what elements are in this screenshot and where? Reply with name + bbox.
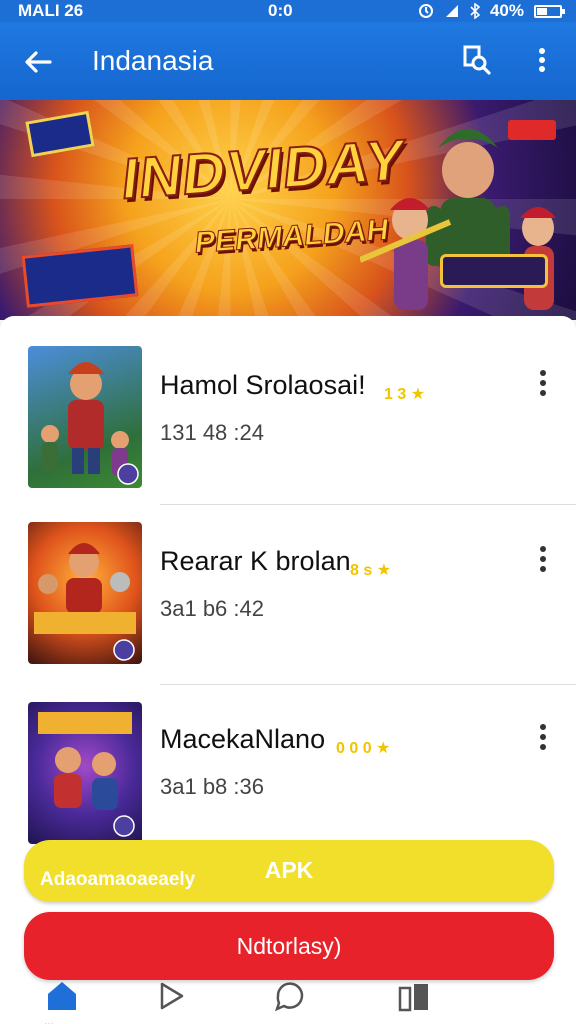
arrow-left-icon[interactable] bbox=[20, 44, 56, 80]
alarm-icon bbox=[418, 4, 433, 18]
game-meta: 3a1 b8 :36 bbox=[160, 774, 264, 799]
rating: 0 0 0 ★ bbox=[336, 738, 390, 758]
apk-button[interactable]: Adaoamaoaeaely APK bbox=[24, 840, 554, 902]
more-vertical-icon[interactable] bbox=[528, 42, 556, 78]
more-vertical-icon[interactable] bbox=[532, 368, 554, 398]
banner-characters bbox=[360, 129, 556, 310]
rating-text: 1 3 bbox=[384, 386, 407, 403]
play-icon[interactable] bbox=[152, 976, 192, 1016]
rating-text: 0 0 0 bbox=[336, 740, 372, 757]
download-button[interactable]: Ndtorlasy) bbox=[24, 912, 554, 980]
download-button-label: Ndtorlasy) bbox=[236, 933, 342, 959]
rating: 8 s ★ bbox=[350, 560, 391, 580]
home-icon[interactable] bbox=[42, 976, 82, 1016]
more-vertical-icon[interactable] bbox=[532, 544, 554, 574]
game-title: MacekaNlano bbox=[160, 724, 326, 754]
game-thumbnail bbox=[28, 346, 142, 488]
status-icons: 40% bbox=[418, 0, 565, 22]
more-vertical-icon[interactable] bbox=[532, 722, 554, 752]
rating-text: 8 s bbox=[350, 562, 373, 579]
nav-label-home: ... bbox=[44, 1014, 55, 1024]
game-meta: 3a1 b6 :42 bbox=[160, 596, 264, 621]
status-clock: 0:0 bbox=[268, 1, 293, 20]
game-meta: 131 48 :24 bbox=[160, 420, 264, 445]
list-item[interactable]: Rearar K brolan 8 s ★ 3a1 b6 :42 bbox=[0, 504, 576, 682]
star-icon: ★ bbox=[376, 740, 391, 757]
promo-banner[interactable]: INDVIDAY PERMALDAH bbox=[0, 100, 576, 320]
character-art bbox=[38, 712, 135, 837]
chat-icon[interactable] bbox=[270, 976, 310, 1016]
list-item[interactable]: MacekaNlano 0 0 0 ★ 3a1 b8 :36 bbox=[0, 684, 576, 862]
game-thumbnail bbox=[28, 522, 142, 664]
library-icon[interactable] bbox=[394, 976, 434, 1016]
game-title: Rearar K brolan bbox=[160, 546, 351, 576]
list-item[interactable]: Hamol Srolaosai! 1 3 ★ 131 48 :24 bbox=[0, 326, 576, 504]
signal-icon bbox=[445, 5, 458, 17]
page-title: Indanasia bbox=[92, 45, 214, 76]
bluetooth-icon bbox=[470, 3, 480, 19]
character-art bbox=[41, 362, 139, 485]
apk-button-label: APK bbox=[264, 857, 314, 883]
rating: 1 3 ★ bbox=[384, 384, 425, 404]
game-thumbnail bbox=[28, 702, 142, 844]
battery-fill bbox=[537, 7, 547, 15]
game-title: Hamol Srolaosai! bbox=[160, 370, 366, 400]
search-icon[interactable] bbox=[458, 42, 494, 78]
star-icon: ★ bbox=[410, 386, 426, 403]
character-art bbox=[34, 543, 136, 661]
banner-badge bbox=[440, 254, 548, 288]
status-time: MALI 26 bbox=[18, 1, 84, 20]
battery-percent: 40% bbox=[489, 1, 524, 20]
app-bar: Indanasia bbox=[0, 22, 576, 100]
star-icon: ★ bbox=[376, 562, 392, 579]
battery-icon bbox=[534, 4, 565, 18]
status-bar: MALI 26 0:0 40% bbox=[0, 0, 576, 22]
